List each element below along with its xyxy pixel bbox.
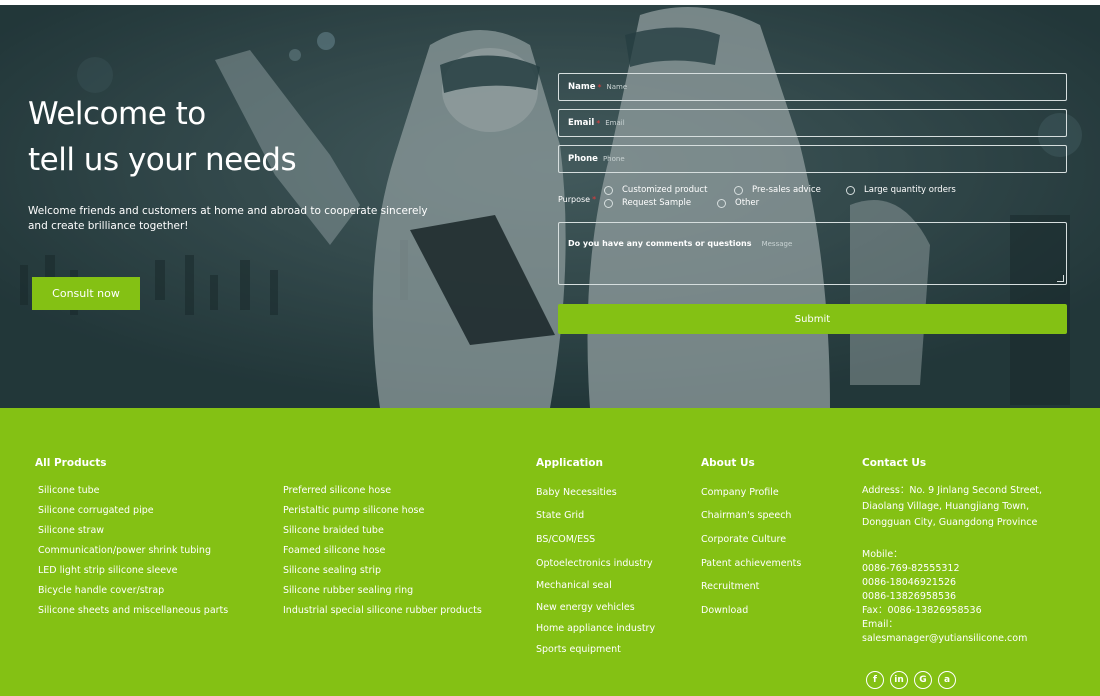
contact-us-title[interactable]: Contact Us — [862, 457, 926, 469]
application-title[interactable]: Application — [536, 457, 603, 469]
linkedin-icon[interactable]: in — [890, 671, 908, 689]
footer-link[interactable]: Corporate Culture — [701, 534, 786, 545]
email-field[interactable]: Email * Email — [558, 109, 1067, 137]
all-products-title[interactable]: All Products — [35, 457, 107, 469]
required-mark: * — [596, 118, 601, 128]
message-textarea[interactable]: Do you have any comments or questions Me… — [558, 222, 1067, 285]
mobile-number: 0086-769-82555312 — [862, 563, 960, 574]
alibaba-icon[interactable]: a — [938, 671, 956, 689]
fax-number: Fax：0086-13826958536 — [862, 605, 982, 616]
google-icon[interactable]: G — [914, 671, 932, 689]
footer-link[interactable]: Baby Necessities — [536, 487, 617, 498]
footer-link[interactable]: Recruitment — [701, 581, 759, 592]
email-link[interactable]: salesmanager@yutiansilicone.com — [862, 633, 1027, 644]
purpose-option-customized-product[interactable]: Customized product — [604, 185, 707, 195]
footer-link[interactable]: Bicycle handle cover/strap — [38, 585, 164, 596]
hero-section: Welcome to tell us your needs Welcome fr… — [0, 5, 1100, 408]
footer-link[interactable]: BS/COM/ESS — [536, 534, 595, 545]
purpose-option-label: Pre-sales advice — [752, 185, 821, 195]
phone-placeholder: Phone — [602, 155, 625, 163]
hero-title-line-2: tell us your needs — [28, 142, 297, 178]
footer-link[interactable]: Patent achievements — [701, 558, 801, 569]
footer-link[interactable]: Preferred silicone hose — [283, 485, 391, 496]
name-placeholder: Name — [606, 83, 628, 91]
address-line: Address：No. 9 Jinlang Second Street, — [862, 485, 1043, 496]
purpose-label-text: Purpose — [558, 195, 591, 204]
hero-title: Welcome to tell us your needs — [28, 91, 448, 183]
required-mark: * — [592, 195, 597, 204]
footer-link[interactable]: Peristaltic pump silicone hose — [283, 505, 424, 516]
social-links: f in G a — [866, 671, 956, 689]
purpose-option-label: Request Sample — [622, 198, 692, 208]
consult-now-button[interactable]: Consult now — [32, 277, 140, 310]
mobile-number: 0086-13826958536 — [862, 591, 957, 602]
purpose-option-other[interactable]: Other — [717, 198, 759, 208]
required-mark: * — [597, 82, 602, 92]
footer-link[interactable]: Optoelectronics industry — [536, 558, 653, 569]
footer-link[interactable]: Silicone sealing strip — [283, 565, 381, 576]
radio-icon[interactable] — [604, 198, 613, 208]
phone-label: Phone — [568, 154, 598, 164]
footer-link[interactable]: Chairman's speech — [701, 510, 791, 521]
email-label: Email： — [862, 619, 898, 630]
radio-icon[interactable] — [717, 198, 726, 208]
address-line: Diaolang Village, Huangjiang Town, — [862, 501, 1030, 512]
footer-link[interactable]: Silicone tube — [38, 485, 100, 496]
footer-link[interactable]: Silicone straw — [38, 525, 104, 536]
footer: All Products Silicone tube Silicone corr… — [0, 408, 1100, 696]
contact-address: Address：No. 9 Jinlang Second Street, Dia… — [862, 483, 1092, 531]
purpose-option-large-quantity-orders[interactable]: Large quantity orders — [846, 185, 956, 195]
contact-details: Mobile： 0086-769-82555312 0086-180469215… — [862, 548, 1092, 646]
purpose-option-pre-sales-advice[interactable]: Pre-sales advice — [734, 185, 821, 195]
message-label: Do you have any comments or questions — [568, 239, 752, 248]
hero-title-line-1: Welcome to — [28, 96, 206, 132]
name-label: Name — [568, 82, 596, 92]
footer-link[interactable]: Silicone sheets and miscellaneous parts — [38, 605, 228, 616]
purpose-option-label: Customized product — [622, 185, 708, 195]
purpose-label: Purpose * — [558, 195, 596, 204]
footer-link[interactable]: Silicone corrugated pipe — [38, 505, 154, 516]
footer-link[interactable]: Communication/power shrink tubing — [38, 545, 211, 556]
resize-handle-icon[interactable] — [1057, 275, 1064, 282]
purpose-option-request-sample[interactable]: Request Sample — [604, 198, 691, 208]
purpose-group: Purpose * Customized product Pre-sales ad… — [558, 181, 1067, 211]
footer-link[interactable]: Silicone rubber sealing ring — [283, 585, 413, 596]
message-placeholder: Message — [761, 240, 793, 248]
footer-link[interactable]: Silicone braided tube — [283, 525, 384, 536]
footer-link[interactable]: Home appliance industry — [536, 623, 655, 634]
footer-link[interactable]: Foamed silicone hose — [283, 545, 385, 556]
facebook-icon[interactable]: f — [866, 671, 884, 689]
footer-link[interactable]: State Grid — [536, 510, 584, 521]
email-label: Email — [568, 118, 595, 128]
radio-icon[interactable] — [734, 185, 743, 195]
hero-description: Welcome friends and customers at home an… — [28, 205, 428, 232]
radio-icon[interactable] — [604, 185, 613, 195]
purpose-option-label: Other — [735, 198, 760, 208]
about-us-title[interactable]: About Us — [701, 457, 755, 469]
footer-link[interactable]: Company Profile — [701, 487, 779, 498]
submit-button[interactable]: Submit — [558, 304, 1067, 334]
footer-link[interactable]: Mechanical seal — [536, 580, 612, 591]
footer-link[interactable]: Download — [701, 605, 748, 616]
radio-icon[interactable] — [846, 185, 855, 195]
footer-link[interactable]: Industrial special silicone rubber produ… — [283, 605, 482, 616]
address-line: Dongguan City, Guangdong Province — [862, 517, 1038, 528]
email-placeholder: Email — [605, 119, 625, 127]
footer-link[interactable]: Sports equipment — [536, 644, 621, 655]
mobile-label: Mobile： — [862, 549, 903, 560]
purpose-option-label: Large quantity orders — [864, 185, 956, 195]
phone-field[interactable]: Phone Phone — [558, 145, 1067, 173]
footer-link[interactable]: New energy vehicles — [536, 602, 635, 613]
footer-link[interactable]: LED light strip silicone sleeve — [38, 565, 178, 576]
name-field[interactable]: Name * Name — [558, 73, 1067, 101]
mobile-number: 0086-18046921526 — [862, 577, 957, 588]
